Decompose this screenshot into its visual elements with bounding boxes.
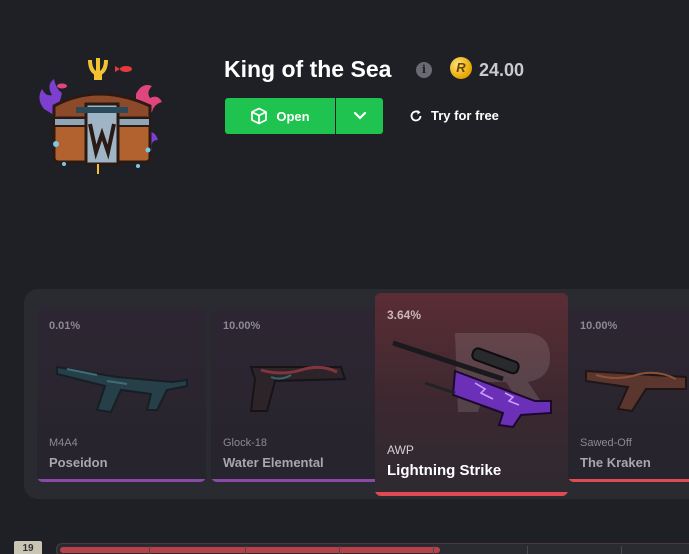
refresh-icon	[410, 109, 422, 121]
drop-chance: 0.01%	[49, 320, 81, 332]
round-number-badge: 19	[14, 541, 42, 554]
case-title: King of the Sea	[224, 56, 392, 82]
rarity-bar	[568, 479, 689, 482]
rarity-bar	[37, 479, 206, 482]
open-quantity-dropdown[interactable]	[336, 98, 383, 134]
try-for-free-label: Try for free	[431, 108, 499, 123]
chevron-down-icon	[353, 111, 366, 120]
progress-tick	[245, 546, 246, 554]
weapon-type: M4A4	[49, 437, 78, 449]
item-card[interactable]: 10.00% Glock-18 Water Elemental	[211, 307, 380, 482]
cube-icon	[251, 107, 268, 125]
skin-name: Poseidon	[49, 455, 108, 470]
progress-tick	[433, 546, 434, 554]
awp-weapon-image	[392, 340, 552, 429]
weapon-type: Sawed-Off	[580, 437, 632, 449]
case-price: 24.00	[479, 60, 525, 80]
item-card-selected[interactable]: 3.64% AWP Lightning Strike	[375, 293, 568, 496]
info-icon[interactable]: i	[416, 62, 432, 78]
progress-tick	[527, 546, 528, 554]
skin-name: Water Elemental	[223, 455, 324, 470]
progress-bar	[56, 543, 689, 554]
drop-chance: 10.00%	[580, 320, 618, 332]
drop-chance: 3.64%	[387, 308, 422, 322]
rarity-bar	[375, 492, 568, 496]
progress-tick	[149, 546, 150, 554]
weapon-type: AWP	[387, 443, 414, 457]
item-card[interactable]: 10.00% Sawed-Off The Kraken	[568, 307, 689, 482]
case-chest-image	[39, 58, 162, 174]
weapon-type: Glock-18	[223, 437, 268, 449]
progress-tick	[621, 546, 622, 554]
rarity-bar	[211, 479, 380, 482]
open-button-label: Open	[276, 108, 310, 124]
coin-icon: R	[450, 57, 472, 79]
skin-name: Lightning Strike	[387, 462, 502, 479]
case-page: King of the Sea i R 24.00 Open Try for f…	[0, 0, 689, 554]
drop-chance: 10.00%	[223, 320, 261, 332]
item-card[interactable]: 0.01% M4A4 Poseidon	[37, 307, 206, 482]
skin-name: The Kraken	[580, 455, 651, 470]
try-for-free-button[interactable]: Try for free	[409, 108, 499, 123]
progress-tick	[339, 546, 340, 554]
progress-fill	[60, 547, 440, 553]
open-case-button[interactable]: Open	[225, 98, 335, 134]
